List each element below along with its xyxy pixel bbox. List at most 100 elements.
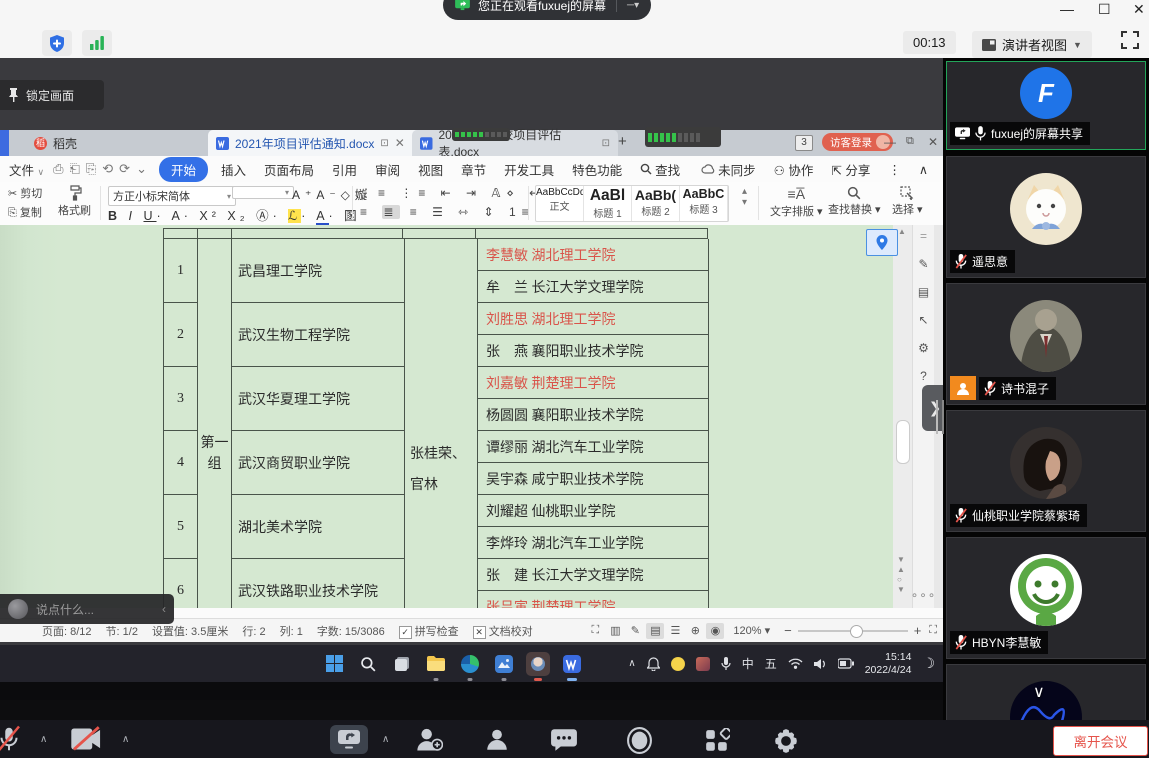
leave-meeting-button[interactable]: 离开会议: [1053, 726, 1148, 756]
taskbar-search[interactable]: [356, 652, 380, 676]
style-preset-3[interactable]: AaBb(标题 2: [632, 186, 680, 221]
volume-icon[interactable]: [814, 658, 827, 670]
menu-item-章节[interactable]: 章节: [452, 157, 495, 182]
edit-pen-icon[interactable]: ✎: [918, 257, 928, 271]
fit-page-button[interactable]: ⛶: [929, 624, 937, 637]
close-button[interactable]: ✕: [1133, 2, 1145, 16]
participant-tile-2[interactable]: 遥思意: [946, 156, 1146, 278]
menu-item-视图[interactable]: 视图: [409, 157, 452, 182]
lock-view-button[interactable]: 锁定画面: [0, 80, 104, 110]
record-button[interactable]: [626, 727, 653, 754]
watching-banner[interactable]: 您正在观看fuxuej的屏幕 ─▾: [443, 0, 651, 20]
spellcheck-toggle[interactable]: ✓拼写检查: [399, 623, 459, 639]
file-explorer-button[interactable]: [424, 652, 448, 676]
meeting-app-button[interactable]: [526, 652, 550, 676]
menu-collaborate[interactable]: ⚇ 协作: [765, 157, 823, 182]
window-count-badge[interactable]: 3: [795, 135, 813, 151]
menu-share[interactable]: ⇱ 分享: [822, 157, 879, 182]
page-view-icon[interactable]: ▤: [646, 623, 664, 639]
menu-item-页面布局[interactable]: 页面布局: [255, 157, 323, 182]
paragraph-list-group[interactable]: ⋮≡ ⋮≡ ⇤ ⇥ 𝔸⋄ ↩: [360, 186, 545, 200]
fullscreen-view-icon[interactable]: ⛶: [586, 623, 604, 639]
night-mode-icon[interactable]: ☽: [922, 655, 935, 672]
menu-find[interactable]: 查找: [631, 157, 689, 182]
camera-muted-button[interactable]: [70, 726, 104, 752]
paragraph-align-group[interactable]: ≡ ≣ ≡ ☰ ⇿ ⇕ 1≡: [360, 205, 535, 219]
view-mode-button[interactable]: 演讲者视图 ▼: [972, 31, 1092, 58]
share-screen-button[interactable]: [330, 725, 368, 754]
task-view-button[interactable]: [390, 652, 414, 676]
mic-options-chevron[interactable]: ∧: [40, 734, 47, 745]
find-replace-button[interactable]: 查找替换 ▾: [828, 186, 881, 217]
help-icon[interactable]: ?: [920, 369, 927, 383]
text-layout-button[interactable]: ≡A̅文字排版 ▾: [770, 186, 823, 219]
invite-button[interactable]: [415, 727, 443, 753]
menu-item-审阅[interactable]: 审阅: [366, 157, 409, 182]
taskbar-clock[interactable]: 15:142022/4/24: [865, 651, 912, 677]
chat-quick-input[interactable]: 说点什么... ‹: [0, 594, 174, 624]
collapse-sidebar-button[interactable]: ∨: [1033, 682, 1045, 702]
start-button[interactable]: [322, 652, 346, 676]
photos-button[interactable]: [492, 652, 516, 676]
menu-item-开发工具[interactable]: 开发工具: [495, 157, 563, 182]
camera-options-chevron[interactable]: ∧: [122, 734, 129, 745]
participant-tile-6[interactable]: [946, 664, 1146, 720]
style-preset-2[interactable]: AaBl标题 1: [584, 186, 632, 221]
font-size-select[interactable]: ▾: [232, 186, 294, 199]
zoom-slider[interactable]: [798, 630, 908, 632]
participants-button[interactable]: [484, 727, 510, 753]
tab-pin-icon[interactable]: ⊡: [380, 138, 388, 149]
participant-tile-1[interactable]: Ffuxuej的屏幕共享: [946, 61, 1146, 150]
zoom-level[interactable]: 120% ▾: [733, 624, 770, 637]
menu-home[interactable]: 开始: [159, 157, 208, 182]
tray-expand-icon[interactable]: ∧: [628, 658, 635, 669]
tray-mic-icon[interactable]: [721, 657, 731, 671]
font-name-select[interactable]: 方正小标宋简体▾: [108, 186, 236, 206]
location-pin-button[interactable]: [866, 229, 898, 256]
home-tab-fragment[interactable]: [0, 130, 9, 156]
menu-item-插入[interactable]: 插入: [212, 157, 255, 182]
tray-avatar-icon[interactable]: [696, 657, 710, 671]
tab-doc2[interactable]: 2021年度高校项目评估表.docx ⊡: [412, 130, 618, 156]
network-quality-button[interactable]: [82, 30, 112, 56]
menu-item-特色功能[interactable]: 特色功能: [563, 157, 631, 182]
maximize-button[interactable]: ☐: [1098, 2, 1111, 16]
vertical-scrollbar-thumb[interactable]: [896, 420, 910, 464]
menu-unsynced[interactable]: 未同步: [692, 157, 765, 182]
fullscreen-button[interactable]: [1120, 30, 1140, 55]
wps-minimize-button[interactable]: —: [884, 135, 896, 149]
new-tab-button[interactable]: +: [618, 133, 627, 150]
zoom-out-button[interactable]: −: [784, 623, 792, 638]
styles-scroll[interactable]: ▴▾: [742, 186, 747, 208]
share-options-chevron[interactable]: ∧: [382, 734, 389, 745]
ime-indicator[interactable]: 中: [742, 655, 754, 672]
tab-doc1[interactable]: 2021年项目评估通知.docx ⊡ ✕: [208, 130, 424, 156]
proofread-toggle[interactable]: ✕文档校对: [473, 623, 533, 639]
menu-file[interactable]: 文件 ∨: [0, 157, 53, 182]
participant-tile-3[interactable]: 诗书混子: [946, 283, 1146, 405]
web-view-icon[interactable]: ⊕: [686, 623, 704, 639]
sidebar-resize-handle[interactable]: [936, 400, 944, 434]
style-preset-1[interactable]: AaBbCcDd正文: [536, 186, 584, 221]
minimize-button[interactable]: —: [1060, 2, 1074, 16]
write-mode-icon[interactable]: ✎: [626, 623, 644, 639]
tab-docer[interactable]: 稻 稻壳: [26, 130, 85, 156]
format-painter-button[interactable]: 格式刷: [58, 185, 91, 218]
battery-icon[interactable]: [838, 658, 854, 669]
comment-doc-icon[interactable]: ▤: [918, 285, 929, 299]
wubi-indicator[interactable]: 五: [765, 655, 777, 672]
participant-tile-4[interactable]: 仙桃职业学院蔡紫琦: [946, 410, 1146, 532]
read-mode-icon[interactable]: ▥: [606, 623, 624, 639]
collapse-chat-icon[interactable]: ‹: [162, 602, 166, 616]
font-format-group[interactable]: B I U· A· X² X₂ Ⓐ· ℒ· A· 圂: [108, 205, 361, 224]
mic-muted-button[interactable]: [0, 724, 24, 754]
security-shield-button[interactable]: [42, 30, 72, 56]
drag-handle-icon[interactable]: =: [920, 229, 927, 243]
menu-item-引用[interactable]: 引用: [323, 157, 366, 182]
zoom-in-button[interactable]: +: [914, 623, 922, 638]
vertical-scrollbar[interactable]: ▲ ▼▲○▼: [893, 225, 912, 608]
scroll-up-arrow[interactable]: ▲: [898, 227, 906, 236]
collapse-ribbon-icon[interactable]: ∧: [910, 159, 937, 180]
tray-app-icon[interactable]: [671, 657, 685, 671]
more-menu-icon[interactable]: ⋮: [879, 159, 910, 180]
